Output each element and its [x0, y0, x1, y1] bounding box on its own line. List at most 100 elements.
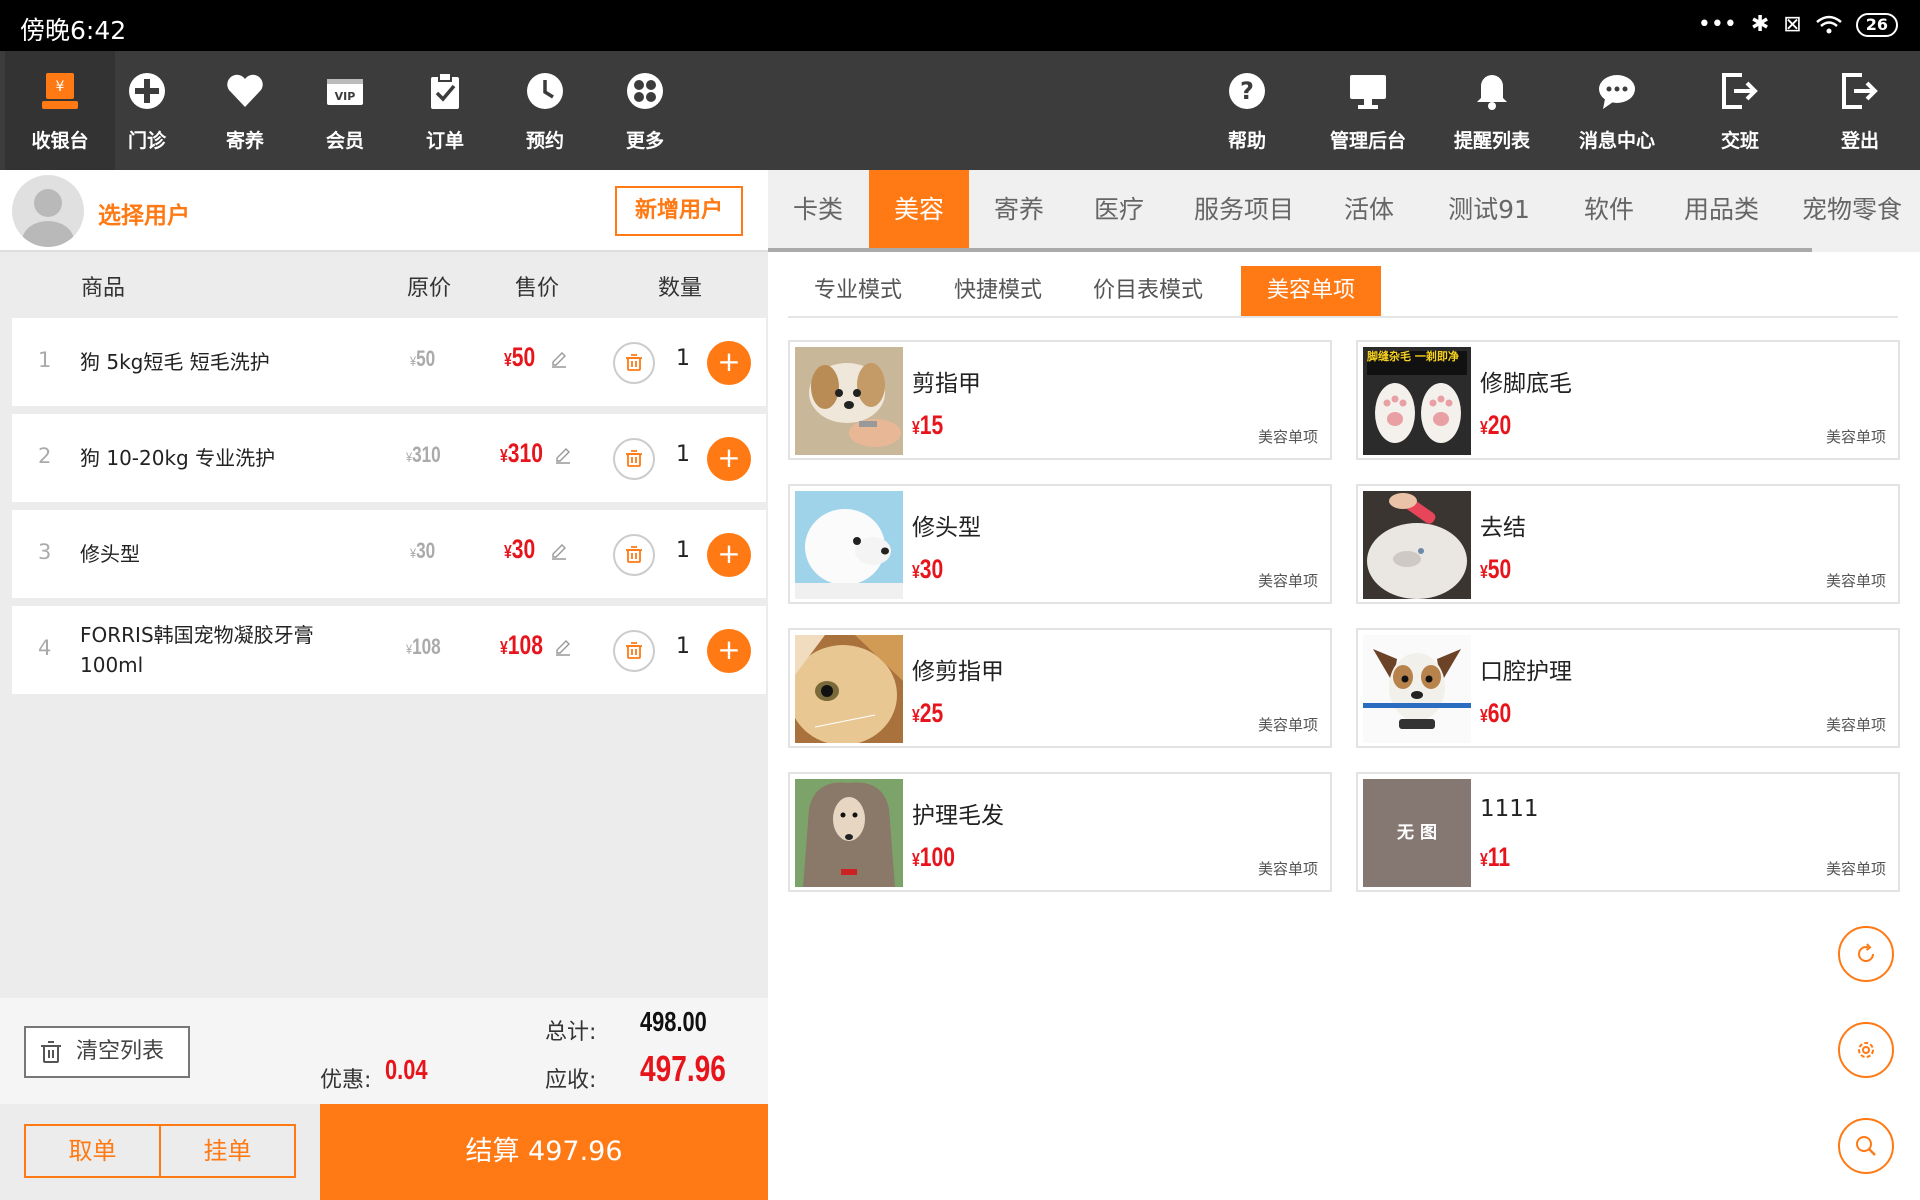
- row-name: FORRIS韩国宠物凝胶牙膏100ml: [80, 623, 314, 677]
- battery-icon: 26: [1855, 12, 1898, 37]
- product-card[interactable]: 脚缝杂毛 一剃即净 修脚底毛 ¥20 美容单项: [1356, 340, 1900, 460]
- cancel-order-button[interactable]: 取单: [24, 1124, 161, 1178]
- edit-pencil-icon[interactable]: [554, 446, 572, 464]
- product-card[interactable]: 剪指甲 ¥15 美容单项: [788, 340, 1332, 460]
- tab-beauty-single[interactable]: 美容单项: [1241, 266, 1381, 316]
- product-name: 1111: [1480, 796, 1539, 822]
- product-category: 美容单项: [1825, 428, 1886, 446]
- increase-qty-button[interactable]: +: [707, 629, 751, 673]
- refresh-button[interactable]: [1838, 926, 1894, 982]
- discount-value: 0.04: [385, 1054, 428, 1085]
- nav-handover[interactable]: 交班: [1685, 51, 1795, 170]
- product-thumb: [1363, 491, 1471, 599]
- product-panel: 卡类 美容 寄养 医疗 服务项目 活体 测试91 软件 用品类 宠物零食 专业模…: [768, 170, 1920, 1200]
- product-price: ¥11: [1480, 842, 1511, 872]
- gear-icon: [1858, 1042, 1874, 1058]
- product-price: ¥15: [912, 410, 944, 440]
- tab-category-test91[interactable]: 测试91: [1419, 170, 1559, 250]
- row-orig-price: ¥50: [410, 346, 436, 371]
- nav-messages[interactable]: 消息中心: [1562, 51, 1672, 170]
- trash-icon: [626, 642, 642, 659]
- row-name: 狗 5kg短毛 短毛洗护: [80, 350, 270, 374]
- status-bar: 傍晚6:42 ••• ✱ ⊠ 26: [0, 0, 1920, 51]
- tab-category-snacks[interactable]: 宠物零食: [1784, 170, 1920, 250]
- more-dots-icon: •••: [1697, 12, 1737, 37]
- settings-button[interactable]: [1838, 1022, 1894, 1078]
- cart-header: 商品 原价 售价 数量: [0, 252, 768, 314]
- order-summary: 清空列表 总计: 498.00 优惠: 0.04 应收: 497.96: [0, 998, 768, 1104]
- edit-pencil-icon[interactable]: [554, 638, 572, 656]
- delete-button[interactable]: [613, 630, 655, 672]
- add-user-button[interactable]: 新增用户: [615, 186, 743, 236]
- product-category: 美容单项: [1257, 428, 1318, 446]
- product-card[interactable]: 无 图 1111 ¥11 美容单项: [1356, 772, 1900, 892]
- avatar[interactable]: [12, 175, 84, 247]
- tab-pro-mode[interactable]: 专业模式: [788, 266, 928, 316]
- tab-category-live[interactable]: 活体: [1319, 170, 1419, 250]
- product-card[interactable]: 护理毛发 ¥100 美容单项: [788, 772, 1332, 892]
- delete-button[interactable]: [613, 534, 655, 576]
- tab-category-software[interactable]: 软件: [1559, 170, 1659, 250]
- tab-category-beauty[interactable]: 美容: [869, 170, 969, 250]
- cart-row[interactable]: 3 修头型 ¥30 ¥30 1 +: [12, 510, 766, 598]
- delete-button[interactable]: [613, 342, 655, 384]
- product-price: ¥50: [1480, 554, 1512, 584]
- product-thumb: [795, 491, 903, 599]
- product-card[interactable]: 修头型 ¥30 美容单项: [788, 484, 1332, 604]
- handover-icon: [1722, 73, 1758, 109]
- row-sale-price[interactable]: ¥30: [504, 534, 566, 565]
- tab-category-services[interactable]: 服务项目: [1169, 170, 1319, 250]
- hold-order-button[interactable]: 挂单: [159, 1124, 296, 1178]
- row-index: 2: [38, 444, 52, 468]
- tab-category-supplies[interactable]: 用品类: [1659, 170, 1784, 250]
- row-sale-price[interactable]: ¥108: [500, 630, 570, 661]
- tab-category-medical[interactable]: 医疗: [1069, 170, 1169, 250]
- medical-cross-icon: [129, 73, 165, 109]
- cart-row[interactable]: 2 狗 10-20kg 专业洗护 ¥310 ¥310 1 +: [12, 414, 766, 502]
- bell-icon: [1477, 75, 1507, 110]
- vip-card-icon: VIP: [327, 79, 363, 105]
- search-button[interactable]: [1838, 1118, 1894, 1174]
- increase-qty-button[interactable]: +: [707, 533, 751, 577]
- tab-category-card[interactable]: 卡类: [768, 170, 868, 250]
- nav-more[interactable]: 更多: [590, 51, 700, 170]
- row-orig-price: ¥310: [406, 442, 441, 467]
- logout-icon: [1842, 73, 1878, 109]
- tab-price-list-mode[interactable]: 价目表模式: [1068, 266, 1228, 316]
- row-qty: 1: [676, 442, 690, 467]
- nav-logout[interactable]: 登出: [1805, 51, 1915, 170]
- row-name: 修头型: [80, 542, 140, 566]
- product-name: 口腔护理: [1480, 659, 1572, 685]
- header-orig-price: 原价: [407, 276, 452, 301]
- product-card[interactable]: 口腔护理 ¥60 美容单项: [1356, 628, 1900, 748]
- increase-qty-button[interactable]: +: [707, 437, 751, 481]
- sim-icon: ⊠: [1783, 12, 1802, 37]
- header-product: 商品: [81, 276, 126, 301]
- edit-pencil-icon[interactable]: [550, 542, 568, 560]
- tab-quick-mode[interactable]: 快捷模式: [928, 266, 1068, 316]
- category-scrollbar[interactable]: [768, 248, 1812, 252]
- search-icon: [1856, 1136, 1876, 1156]
- trash-icon: [626, 450, 642, 467]
- delete-button[interactable]: [613, 438, 655, 480]
- select-user-link[interactable]: 选择用户: [98, 196, 190, 230]
- cart-row[interactable]: 4 FORRIS韩国宠物凝胶牙膏100ml ¥108 ¥108 1 +: [12, 606, 766, 694]
- checkout-button[interactable]: 结算 497.96: [320, 1104, 768, 1200]
- edit-pencil-icon[interactable]: [550, 350, 568, 368]
- top-nav: ¥ 收银台 门诊 寄养 VIP 会员 订单 预约 更多 ? 帮助 管理后台 提醒…: [0, 51, 1920, 170]
- nav-reminders[interactable]: 提醒列表: [1437, 51, 1547, 170]
- product-card[interactable]: 修剪指甲 ¥25 美容单项: [788, 628, 1332, 748]
- row-sale-price[interactable]: ¥310: [500, 438, 570, 469]
- product-card[interactable]: 去结 ¥50 美容单项: [1356, 484, 1900, 604]
- nav-help[interactable]: ? 帮助: [1192, 51, 1302, 170]
- nav-admin[interactable]: 管理后台: [1313, 51, 1423, 170]
- tab-category-boarding[interactable]: 寄养: [969, 170, 1069, 250]
- thumb-caption: 脚缝杂毛 一剃即净: [1367, 350, 1459, 363]
- product-price: ¥25: [912, 698, 944, 728]
- product-name: 修剪指甲: [912, 659, 1004, 685]
- trash-icon: [626, 546, 642, 563]
- clear-list-button[interactable]: 清空列表: [24, 1026, 190, 1078]
- row-sale-price[interactable]: ¥50: [504, 342, 566, 373]
- cart-row[interactable]: 1 狗 5kg短毛 短毛洗护 ¥50 ¥50 1 +: [12, 318, 766, 406]
- increase-qty-button[interactable]: +: [707, 341, 751, 385]
